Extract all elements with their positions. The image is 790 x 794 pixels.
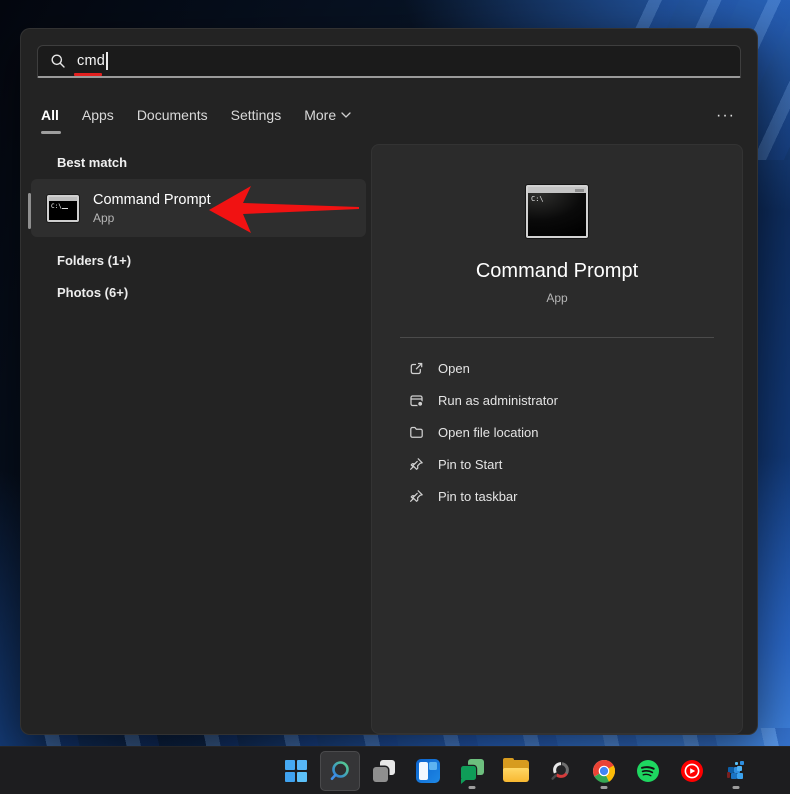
task-view-icon xyxy=(372,759,396,783)
spotify-icon xyxy=(635,758,661,784)
lens-app-button[interactable] xyxy=(540,751,580,791)
start-button[interactable] xyxy=(276,751,316,791)
pin-icon xyxy=(408,456,425,473)
more-options-icon[interactable]: ··· xyxy=(710,107,741,125)
task-view-button[interactable] xyxy=(364,751,404,791)
tab-apps[interactable]: Apps xyxy=(82,107,114,125)
command-prompt-icon: C:\ xyxy=(47,195,79,222)
blue-cube-app-icon xyxy=(723,758,749,784)
tab-all[interactable]: All xyxy=(41,107,59,125)
action-list: Open Run as administrator Open file loca… xyxy=(372,352,742,512)
search-magnifier-icon xyxy=(327,758,353,784)
search-query-text: cmd xyxy=(77,53,105,69)
best-match-heading: Best match xyxy=(57,155,127,170)
lens-app-icon xyxy=(547,758,573,784)
action-open[interactable]: Open xyxy=(372,352,742,384)
preview-app-title: Command Prompt xyxy=(372,260,742,283)
search-filter-tabs: All Apps Documents Settings More ··· xyxy=(41,101,741,131)
windows-logo-icon xyxy=(285,760,307,782)
result-subtitle: App xyxy=(93,211,211,225)
search-icon xyxy=(50,53,66,69)
search-flyout-window: cmd All Apps Documents Settings More ···… xyxy=(20,28,758,735)
chat-icon xyxy=(460,759,484,783)
pin-icon xyxy=(408,488,425,505)
tab-settings[interactable]: Settings xyxy=(231,107,282,125)
chevron-down-icon xyxy=(341,112,351,118)
search-input[interactable]: cmd xyxy=(37,45,741,78)
text-caret xyxy=(106,52,108,70)
open-external-icon xyxy=(408,360,425,377)
tab-more[interactable]: More xyxy=(304,107,351,125)
desktop: { "search": { "query": "cmd", "annotatio… xyxy=(0,0,790,794)
action-run-as-administrator[interactable]: Run as administrator xyxy=(372,384,742,416)
file-explorer-button[interactable] xyxy=(496,751,536,791)
section-photos[interactable]: Photos (6+) xyxy=(57,285,128,300)
widgets-button[interactable] xyxy=(408,751,448,791)
youtube-music-button[interactable] xyxy=(672,751,712,791)
divider xyxy=(400,337,714,338)
action-pin-to-taskbar[interactable]: Pin to taskbar xyxy=(372,480,742,512)
taskbar-search-button[interactable] xyxy=(320,751,360,791)
run-admin-icon xyxy=(408,392,425,409)
command-prompt-icon-large: C:\ xyxy=(526,185,588,238)
folder-outline-icon xyxy=(408,424,425,441)
action-open-file-location[interactable]: Open file location xyxy=(372,416,742,448)
best-match-result-command-prompt[interactable]: C:\ Command Prompt App xyxy=(31,179,366,237)
spotify-button[interactable] xyxy=(628,751,668,791)
running-indicator xyxy=(601,786,608,789)
chrome-button[interactable] xyxy=(584,751,624,791)
running-indicator xyxy=(469,786,476,789)
section-folders[interactable]: Folders (1+) xyxy=(57,253,131,268)
action-pin-to-start[interactable]: Pin to Start xyxy=(372,448,742,480)
result-title: Command Prompt xyxy=(93,192,211,208)
chrome-icon xyxy=(591,758,617,784)
result-preview-panel: C:\ Command Prompt App Open Run as ad xyxy=(371,144,743,734)
chat-app-button[interactable] xyxy=(452,751,492,791)
file-explorer-icon xyxy=(503,760,529,782)
running-indicator xyxy=(733,786,740,789)
tab-documents[interactable]: Documents xyxy=(137,107,208,125)
red-underline-annotation xyxy=(74,73,102,77)
preview-app-subtitle: App xyxy=(372,291,742,305)
widgets-icon xyxy=(416,759,440,783)
youtube-music-icon xyxy=(679,758,705,784)
blue-cube-app-button[interactable] xyxy=(716,751,756,791)
taskbar xyxy=(0,746,790,794)
